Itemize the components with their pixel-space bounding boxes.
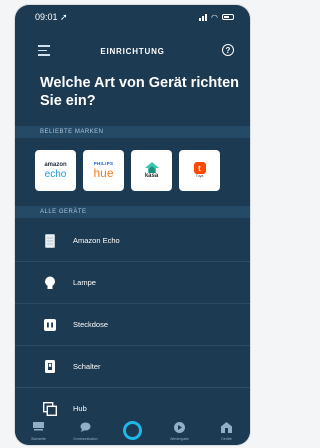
nav-devices[interactable]: Geräte (207, 421, 247, 441)
nav-label: Startseite (31, 437, 46, 441)
chat-icon (80, 421, 91, 433)
home-icon (33, 421, 44, 433)
section-all-devices: ALLE GERÄTE (15, 206, 250, 218)
brand-tuya[interactable]: t Tuya (179, 150, 220, 191)
nav-play[interactable]: Wiedergabe (160, 421, 200, 441)
device-label: Hub (73, 404, 87, 413)
page-title: EINRICHTUNG (100, 46, 165, 56)
device-item-steckdose[interactable]: Steckdose (15, 304, 250, 346)
brand-tuya-label: Tuya (195, 174, 204, 178)
brand-kasa-label: kasa (144, 172, 159, 179)
brand-philips-hue[interactable]: PHILIPS hue (83, 150, 124, 191)
menu-icon[interactable] (38, 45, 50, 56)
nav-label: Geräte (221, 437, 232, 441)
help-icon[interactable]: ? (222, 44, 234, 56)
brand-philips-line2: hue (93, 166, 114, 180)
device-item-schalter[interactable]: Schalter (15, 346, 250, 388)
status-time: 09:01 ➚ (35, 11, 68, 22)
wifi-icon: ◠ (211, 12, 218, 22)
device-list: Amazon Echo Lampe Steckdose Schalter Hub (15, 220, 250, 430)
brand-kasa[interactable]: kasa (131, 150, 172, 191)
bulb-icon (43, 276, 57, 290)
brand-list: amazon echo PHILIPS hue kasa t Tuya (35, 150, 220, 191)
top-bar: EINRICHTUNG ? (15, 39, 250, 63)
device-label: Amazon Echo (73, 236, 120, 245)
play-icon (174, 421, 185, 433)
hub-icon (43, 401, 57, 416)
setup-question: Welche Art von Gerät richten Sie ein? (40, 75, 240, 109)
brand-amazon-echo[interactable]: amazon echo (35, 150, 76, 191)
signal-icon (199, 13, 208, 21)
device-label: Lampe (73, 278, 96, 287)
device-item-amazon-echo[interactable]: Amazon Echo (15, 220, 250, 262)
nav-label: Wiedergabe (170, 437, 189, 441)
status-bar: 09:01 ➚ ◠ (15, 5, 250, 29)
section-popular-brands: BELIEBTE MARKEN (15, 126, 250, 138)
alexa-icon (123, 421, 142, 440)
tuya-logo-icon: t (193, 162, 206, 174)
nav-home[interactable]: Startseite (19, 421, 59, 441)
switch-icon (43, 360, 57, 374)
brand-amazon-line1: amazon (44, 161, 67, 168)
nav-alexa[interactable] (113, 421, 153, 440)
devices-icon (221, 421, 232, 433)
nav-communication[interactable]: Kommunikation (66, 421, 106, 441)
status-indicators: ◠ (199, 13, 234, 22)
device-item-lampe[interactable]: Lampe (15, 262, 250, 304)
brand-amazon-line2: echo (44, 168, 67, 180)
plug-icon (43, 318, 57, 332)
device-label: Schalter (73, 362, 101, 371)
nav-label: Kommunikation (73, 437, 98, 441)
battery-icon (222, 14, 234, 20)
phone-screen: 09:01 ➚ ◠ EINRICHTUNG ? Welche Art von G… (15, 5, 250, 445)
kasa-logo-icon (144, 161, 159, 173)
bottom-nav: Startseite Kommunikation Wiedergabe Gerä… (15, 419, 250, 445)
device-label: Steckdose (73, 320, 109, 329)
echo-speaker-icon (43, 233, 57, 248)
